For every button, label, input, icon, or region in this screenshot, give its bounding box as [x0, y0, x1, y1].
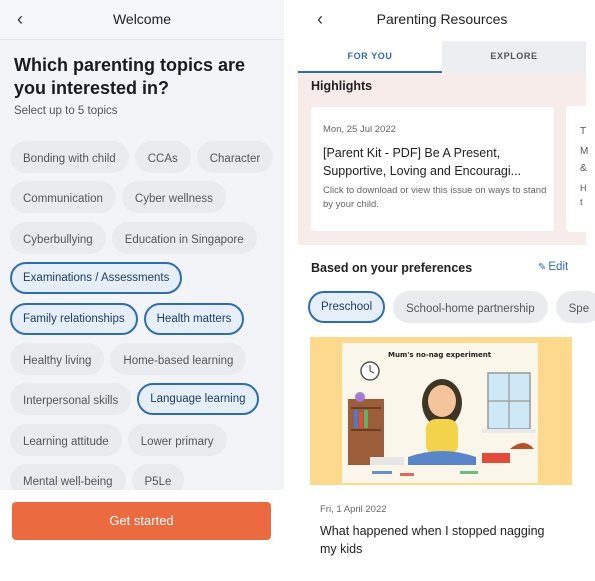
topic-chip[interactable]: Home-based learning — [110, 342, 247, 375]
page-heading: Which parenting topics are you intereste… — [14, 55, 246, 98]
preferences-heading: Based on your preferences — [311, 261, 473, 275]
selection-hint: Select up to 5 topics — [14, 105, 118, 117]
peek-letter: H — [580, 183, 587, 193]
edit-label: Edit — [548, 261, 569, 273]
preference-chip[interactable]: Preschool — [308, 291, 386, 323]
edit-preferences-link[interactable]: ✎ Edit — [538, 261, 568, 273]
parenting-resources-screen: ‹ Parenting Resources FOR YOU EXPLORE Hi… — [298, 0, 595, 581]
topic-chip-row: Examinations / Assessments — [10, 262, 280, 295]
peek-letter: & — [580, 163, 587, 174]
topic-chip-row: Bonding with child CCAs Character — [10, 141, 280, 173]
highlight-card[interactable]: Mon, 25 Jul 2022 [Parent Kit - PDF] Be A… — [310, 106, 555, 232]
topic-chip-row: Healthy living Home-based learning — [10, 342, 280, 375]
topic-chip-row: Interpersonal skills Language learning — [10, 383, 280, 416]
topic-chip[interactable]: Cyber wellness — [121, 181, 226, 214]
highlight-description: Click to download or view this issue on … — [323, 185, 547, 210]
article-date: Fri, 1 April 2022 — [320, 504, 387, 515]
topic-chip-list: Bonding with child CCAs Character Communica… — [10, 141, 280, 505]
illustration-caption: Mum's no-nag experiment — [388, 351, 492, 359]
article-card[interactable]: Mum's no-nag experiment Fri, 1 April 202… — [310, 337, 572, 581]
peek-letter: t — [580, 197, 583, 207]
highlight-date: Mon, 25 Jul 2022 — [323, 124, 396, 135]
screen-title: Parenting Resources — [376, 11, 508, 27]
topic-chip-row: Cyberbullying Education in Singapore — [10, 221, 280, 254]
highlights-heading: Highlights — [311, 79, 373, 93]
preference-chip[interactable]: School-home partnership — [393, 291, 548, 323]
highlight-card-next[interactable]: T M & H t — [566, 106, 595, 232]
topic-chip[interactable]: Health matters — [143, 302, 245, 335]
header-bar: ‹ Welcome — [0, 0, 284, 40]
topic-chip[interactable]: Character — [196, 141, 274, 173]
topic-chip-row: Family relationships Health matters — [10, 302, 280, 335]
topic-chip[interactable]: Language learning — [137, 383, 259, 416]
topic-chip[interactable]: Family relationships — [10, 302, 138, 335]
header-bar: ‹ Parenting Resources — [298, 0, 595, 40]
tab-explore[interactable]: EXPLORE — [442, 41, 586, 73]
tab-for-you[interactable]: FOR YOU — [298, 41, 442, 73]
highlight-headline: [Parent Kit - PDF] Be A Present, Support… — [323, 146, 522, 178]
tab-bar: FOR YOU EXPLORE — [298, 41, 586, 73]
topic-chip-row: Communication Cyber wellness — [10, 181, 280, 214]
article-headline: What happened when I stopped nagging my … — [320, 524, 545, 556]
article-illustration: Mum's no-nag experiment — [310, 337, 572, 485]
topic-chip[interactable]: Examinations / Assessments — [10, 262, 183, 295]
topic-chip-row: Learning attitude Lower primary — [10, 423, 280, 456]
pencil-icon: ✎ — [538, 262, 547, 273]
topic-chip[interactable]: Bonding with child — [10, 141, 129, 173]
peek-letter: M — [580, 146, 589, 157]
get-started-button[interactable]: Get started — [12, 502, 271, 540]
preference-chip[interactable]: Spe — [555, 291, 595, 323]
preference-chip-list: Preschool School-home partnership Spe — [308, 291, 595, 323]
peek-letter: T — [580, 126, 587, 137]
topic-chip[interactable]: Healthy living — [10, 342, 105, 375]
topic-chip[interactable]: Cyberbullying — [10, 221, 106, 254]
topic-chip[interactable]: Learning attitude — [10, 423, 122, 456]
topic-chip[interactable]: CCAs — [134, 141, 191, 173]
topic-chip[interactable]: Education in Singapore — [111, 221, 257, 254]
topic-chip[interactable]: Lower primary — [127, 423, 227, 456]
topic-chip[interactable]: Interpersonal skills — [10, 383, 132, 416]
screen-title: Welcome — [112, 11, 172, 27]
topic-chip[interactable]: Communication — [10, 181, 116, 214]
topic-selection-screen: ‹ Welcome Which parenting topics are you… — [0, 0, 284, 581]
